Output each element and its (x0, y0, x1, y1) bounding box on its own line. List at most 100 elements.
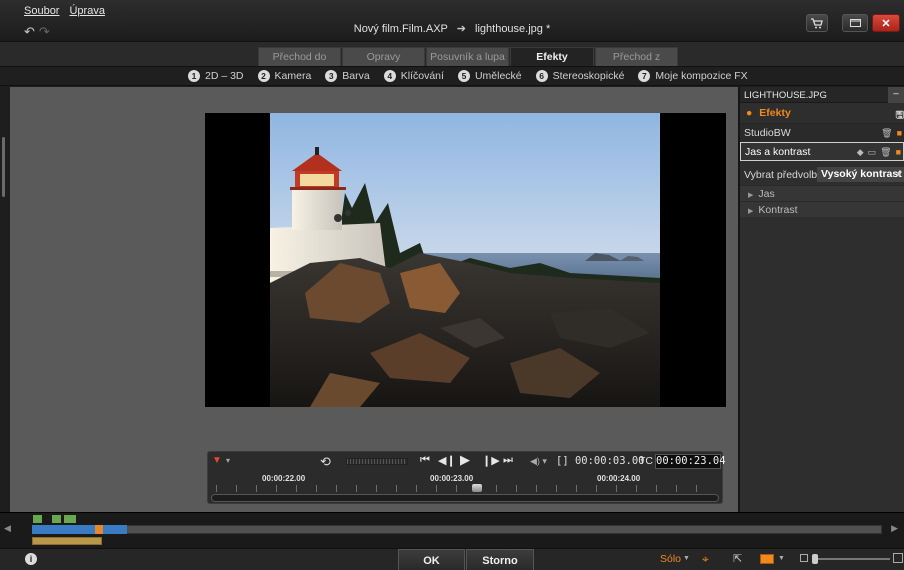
bottom-bar: i OK Storno Sólo ▼ ⌖ ⇱ ▼ (0, 548, 904, 570)
category-label: Stereoskopické (552, 70, 625, 82)
category-keying[interactable]: 4 Klíčování (383, 70, 444, 82)
tab-corrections[interactable]: Opravy (342, 47, 425, 66)
expand-icon: ▶ (748, 208, 754, 215)
category-number: 4 (383, 70, 396, 82)
cancel-button[interactable]: Storno (466, 549, 534, 570)
expand-icon: ▶ (748, 192, 754, 199)
restore-button[interactable] (842, 14, 868, 32)
timecode-field[interactable]: 00:00:23.04 (655, 454, 726, 469)
settings-icon[interactable]: ▭ (868, 143, 877, 162)
external-preview-icon[interactable]: ⇱ (733, 552, 742, 565)
time-ruler[interactable] (216, 485, 716, 492)
toggle-icon[interactable]: ■ (896, 143, 901, 162)
category-number: 7 (638, 70, 651, 82)
color-swatch[interactable] (760, 554, 774, 564)
tab-effects[interactable]: Efekty (510, 47, 594, 66)
tab-pan-zoom[interactable]: Posuvník a lupa (426, 47, 509, 66)
category-number: 1 (188, 70, 200, 82)
effects-panel: LIGHTHOUSE.JPG – ● Efekty 🖫 StudioBW 🗑 ■… (738, 87, 904, 512)
tabs-row: Přechod do Opravy Posuvník a lupa Efekty… (0, 42, 904, 66)
effect-name: Jas a kontrast (745, 146, 811, 158)
ruler-label: 00:00:22.00 (262, 474, 306, 483)
category-my-fx[interactable]: 7 Moje kompozice FX (638, 70, 748, 82)
category-artistic[interactable]: 5 Umělecké (457, 70, 522, 82)
collapse-icon[interactable]: – (888, 87, 904, 103)
color-dropdown-icon[interactable]: ▼ (778, 555, 785, 562)
category-color[interactable]: 3 Barva (325, 70, 370, 82)
go-to-start-icon[interactable]: ⏮ (420, 454, 430, 467)
go-to-end-icon[interactable]: ⏭ (503, 454, 513, 467)
arrow-icon: ➔ (456, 23, 466, 35)
duration-display: [] 00:00:03.00 (556, 455, 645, 467)
current-clip-marker[interactable] (95, 525, 103, 534)
audio-clip[interactable] (32, 537, 102, 545)
tab-transition-in[interactable]: Přechod do (258, 47, 341, 66)
info-icon[interactable]: i (25, 553, 37, 565)
keyframe-icon[interactable]: ◆ (857, 143, 864, 162)
play-icon[interactable]: ▶ (460, 452, 470, 468)
effect-categories: 1 2D – 3D 2 Kamera 3 Barva 4 Klíčování 5 Uměl… (0, 66, 904, 86)
marker-dropdown-icon[interactable]: ▾ (226, 456, 230, 465)
category-stereoscopic[interactable]: 6 Stereoskopické (535, 70, 625, 82)
video-viewer[interactable] (205, 113, 726, 407)
ok-button[interactable]: OK (398, 549, 465, 570)
timeline: ◀ ▶ (0, 512, 904, 548)
param-contrast[interactable]: ▶ Kontrast (740, 201, 904, 217)
cart-icon[interactable] (806, 14, 828, 32)
menu-edit[interactable]: Úprava (69, 5, 104, 17)
category-label: Kamera (274, 70, 312, 82)
zoom-handle[interactable] (812, 554, 818, 564)
step-back-icon[interactable]: ◀❙ (438, 454, 456, 467)
solo-dropdown-icon[interactable]: ▼ (683, 555, 690, 562)
preset-select[interactable]: Vysoký kontrast ▼ (817, 167, 904, 182)
jog-shuttle[interactable] (346, 458, 408, 465)
chevron-down-icon: ▼ (895, 170, 903, 179)
edge-handle[interactable] (2, 137, 5, 197)
solo-button[interactable]: Sólo (660, 553, 681, 565)
close-button[interactable]: ✕ (872, 14, 900, 32)
category-number: 6 (535, 70, 548, 82)
marker-icon[interactable]: ▼ (212, 455, 222, 466)
effects-section: ● Efekty 🖫 (740, 103, 904, 123)
left-edge (0, 87, 10, 512)
ruler-label: 00:00:24.00 (597, 474, 641, 483)
lighthouse-image (270, 113, 660, 407)
scrub-bar[interactable] (211, 494, 719, 502)
preset-row: Vybrat předvolbu Vysoký kontrast ▼ (740, 165, 904, 185)
timeline-track[interactable] (32, 525, 882, 534)
zoom-slider[interactable] (812, 558, 890, 560)
zoom-in-icon[interactable] (893, 553, 903, 563)
scroll-right-icon[interactable]: ▶ (891, 523, 898, 534)
trash-icon[interactable]: 🗑 (880, 143, 891, 162)
category-2d-3d[interactable]: 1 2D – 3D (188, 70, 244, 82)
effect-row-studiobw[interactable]: StudioBW 🗑 ■ (740, 123, 904, 142)
category-label: 2D – 3D (205, 70, 244, 82)
trash-icon[interactable]: 🗑 (881, 124, 892, 143)
volume-icon[interactable]: ◀) ▾ (530, 456, 547, 467)
tab-transition-out[interactable]: Přechod z (595, 47, 678, 66)
param-brightness[interactable]: ▶ Jas (740, 185, 904, 201)
menu-file[interactable]: Soubor (24, 5, 59, 17)
scroll-left-icon[interactable]: ◀ (4, 523, 11, 534)
timeline-marker[interactable] (52, 515, 61, 523)
timeline-marker[interactable] (64, 515, 76, 523)
playhead[interactable] (472, 484, 482, 492)
crosshair-icon[interactable]: ⌖ (702, 552, 709, 567)
video-clip[interactable] (32, 525, 127, 534)
ruler-label: 00:00:23.00 (430, 474, 474, 483)
effect-row-brightness-contrast[interactable]: Jas a kontrast ◆ ▭ 🗑 ■ (740, 142, 904, 161)
preset-label: Vybrat předvolbu (744, 169, 823, 181)
bullet-icon: ● (746, 107, 753, 119)
loop-icon[interactable]: ⟲ (320, 454, 331, 470)
zoom-out-icon[interactable] (800, 554, 808, 562)
timeline-marker[interactable] (33, 515, 42, 523)
timecode-label: TC (639, 455, 653, 467)
toggle-icon[interactable]: ■ (897, 124, 902, 143)
step-forward-icon[interactable]: ❙▶ (482, 454, 500, 467)
editor-tabs: Přechod do Opravy Posuvník a lupa Efekty… (258, 47, 679, 66)
category-number: 2 (257, 70, 270, 82)
window-controls: ✕ (806, 14, 900, 32)
menu-bar: Soubor Úprava (24, 5, 105, 17)
category-camera[interactable]: 2 Kamera (257, 70, 312, 82)
param-label: Jas (758, 188, 775, 200)
